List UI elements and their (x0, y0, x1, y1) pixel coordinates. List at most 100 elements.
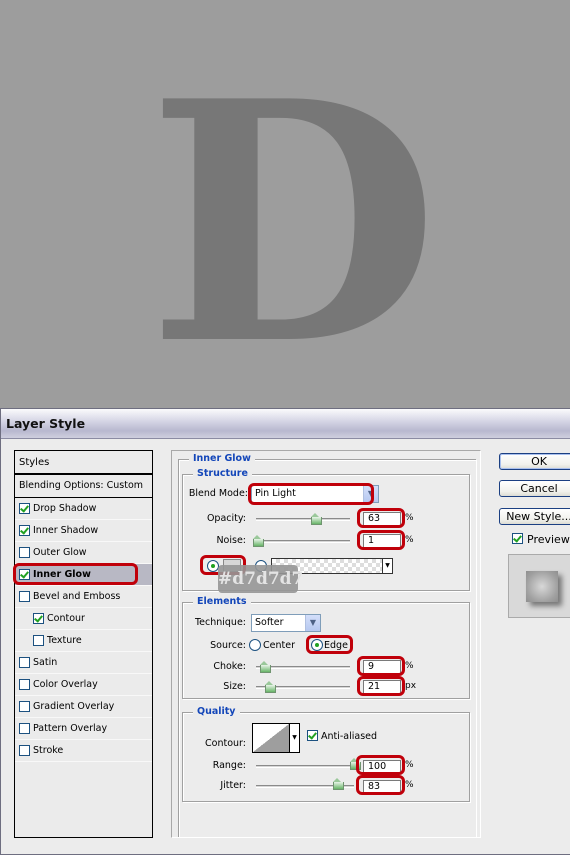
size-unit: px (405, 681, 417, 691)
style-checkbox[interactable] (19, 569, 30, 580)
inner-glow-title: Inner Glow (189, 453, 255, 464)
size-slider-thumb[interactable] (265, 681, 277, 693)
style-checkbox[interactable] (19, 701, 30, 712)
cancel-button[interactable]: Cancel (499, 480, 570, 497)
choke-slider-thumb[interactable] (260, 661, 272, 673)
quality-title: Quality (193, 706, 240, 717)
range-slider[interactable] (256, 765, 354, 768)
style-item-satin[interactable]: Satin (15, 652, 152, 674)
noise-input[interactable]: 1 (363, 534, 401, 548)
style-item-label: Contour (47, 612, 85, 624)
source-center-label[interactable]: Center (263, 640, 295, 651)
style-item-label: Stroke (33, 744, 64, 756)
chevron-down-icon: ▼ (382, 559, 392, 573)
noise-slider[interactable] (256, 540, 350, 543)
style-item-outer-glow[interactable]: Outer Glow (15, 542, 152, 564)
style-item-label: Inner Shadow (33, 524, 99, 536)
jitter-slider-thumb[interactable] (333, 778, 345, 790)
style-item-inner-glow[interactable]: Inner Glow (15, 564, 152, 586)
style-item-contour[interactable]: Contour (15, 608, 152, 630)
style-item-stroke[interactable]: Stroke (15, 740, 152, 762)
opacity-slider[interactable] (256, 518, 350, 521)
style-checkbox[interactable] (19, 745, 30, 756)
style-item-label: Inner Glow (33, 568, 91, 580)
choke-input[interactable]: 9 (363, 660, 401, 674)
style-item-label: Pattern Overlay (33, 722, 108, 734)
ok-button[interactable]: OK (499, 453, 570, 470)
style-item-label: Outer Glow (33, 546, 87, 558)
chevron-down-icon: ▼ (292, 734, 297, 741)
range-input[interactable]: 100 (363, 760, 401, 774)
style-checkbox[interactable] (19, 679, 30, 690)
preview-thumbnail (526, 571, 558, 602)
contour-label: Contour: (205, 738, 246, 749)
technique-select[interactable]: Softer ▼ (251, 614, 321, 632)
range-label: Range: (212, 760, 246, 771)
style-checkbox[interactable] (33, 635, 44, 646)
style-item-label: Satin (33, 656, 58, 668)
contour-preview[interactable] (252, 723, 290, 753)
style-checkbox[interactable] (19, 503, 30, 514)
jitter-input[interactable]: 83 (363, 780, 401, 794)
blend-mode-select[interactable]: Pin Light ▼ (251, 485, 379, 503)
chevron-down-icon: ▼ (305, 615, 320, 631)
dialog-title: Layer Style (6, 416, 86, 431)
source-center-radio[interactable] (249, 639, 261, 651)
source-label: Source: (210, 640, 246, 651)
opacity-unit: % (405, 513, 414, 523)
technique-label: Technique: (194, 617, 246, 628)
source-edge-radio[interactable] (311, 639, 323, 651)
layer-style-dialog: Layer Style Styles Blending Options: Cus… (0, 408, 570, 855)
dialog-title-bar[interactable]: Layer Style (1, 409, 570, 439)
style-item-bevel-and-emboss[interactable]: Bevel and Emboss (15, 586, 152, 608)
styles-header[interactable]: Styles (15, 451, 152, 475)
document-canvas: D (0, 0, 570, 408)
style-item-color-overlay[interactable]: Color Overlay (15, 674, 152, 696)
style-item-label: Bevel and Emboss (33, 590, 121, 602)
style-checkbox[interactable] (19, 723, 30, 734)
style-checkbox[interactable] (19, 591, 30, 602)
chevron-down-icon: ▼ (363, 486, 378, 502)
style-checkbox[interactable] (19, 547, 30, 558)
style-item-texture[interactable]: Texture (15, 630, 152, 652)
structure-title: Structure (193, 468, 252, 479)
choke-label: Choke: (213, 661, 246, 672)
contour-dropdown[interactable]: ▼ (290, 723, 300, 753)
noise-unit: % (405, 535, 414, 545)
style-item-label: Drop Shadow (33, 502, 97, 514)
blend-mode-label: Blend Mode: (188, 488, 248, 499)
style-item-pattern-overlay[interactable]: Pattern Overlay (15, 718, 152, 740)
style-item-drop-shadow[interactable]: Drop Shadow (15, 498, 152, 520)
anti-aliased-checkbox[interactable] (307, 730, 318, 741)
source-edge-label[interactable]: Edge (324, 640, 348, 651)
anti-aliased-label[interactable]: Anti-aliased (321, 731, 377, 742)
jitter-label: Jitter: (220, 780, 246, 791)
style-checkbox[interactable] (19, 525, 30, 536)
style-checkbox[interactable] (33, 613, 44, 624)
preview-checkbox[interactable] (512, 533, 523, 544)
preview-label[interactable]: Preview (527, 533, 570, 546)
range-slider-thumb[interactable] (350, 758, 361, 770)
opacity-label: Opacity: (206, 513, 246, 524)
size-label: Size: (223, 681, 246, 692)
letter-d-artwork: D (147, 29, 440, 408)
style-item-label: Color Overlay (33, 678, 98, 690)
style-item-gradient-overlay[interactable]: Gradient Overlay (15, 696, 152, 718)
color-hex-tooltip: #d7d7d7 (218, 565, 303, 593)
range-unit: % (405, 760, 414, 770)
style-checkbox[interactable] (19, 657, 30, 668)
new-style-button[interactable]: New Style... (499, 508, 570, 525)
choke-unit: % (405, 661, 414, 671)
opacity-input[interactable]: 63 (363, 512, 401, 526)
size-input[interactable]: 21 (363, 680, 401, 694)
noise-slider-thumb[interactable] (252, 535, 264, 547)
style-item-inner-shadow[interactable]: Inner Shadow (15, 520, 152, 542)
jitter-unit: % (405, 780, 414, 790)
opacity-slider-thumb[interactable] (311, 513, 323, 525)
inner-glow-panel: Inner Glow Structure Blend Mode: Pin Lig… (171, 450, 481, 838)
styles-list: Styles Blending Options: Custom Drop Sha… (14, 450, 153, 838)
noise-label: Noise: (216, 535, 246, 546)
blending-options-item[interactable]: Blending Options: Custom (15, 475, 152, 498)
style-item-label: Texture (47, 634, 82, 646)
style-item-label: Gradient Overlay (33, 700, 115, 712)
